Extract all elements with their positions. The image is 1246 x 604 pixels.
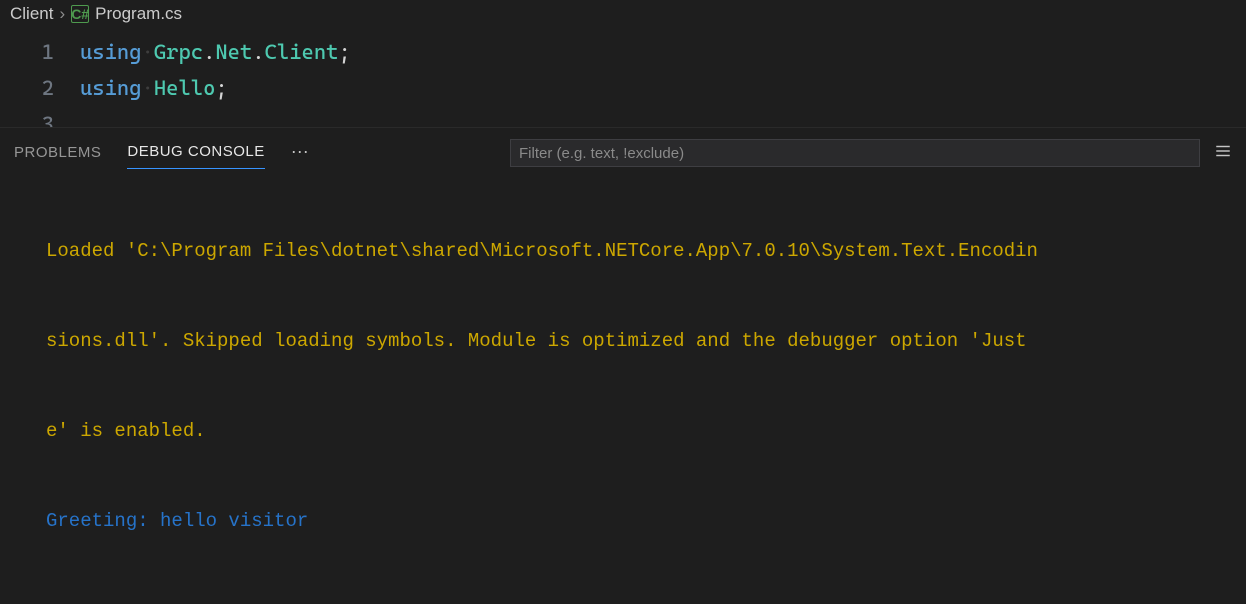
chevron-right-icon: › <box>59 4 65 24</box>
more-tabs-icon[interactable]: ··· <box>291 141 309 166</box>
code-line[interactable] <box>80 106 1246 127</box>
line-number: 2 <box>0 70 80 106</box>
breadcrumb: Client › C# Program.cs <box>0 0 1246 28</box>
breadcrumb-root[interactable]: Client <box>10 4 53 24</box>
panel-tab-bar: PROBLEMS DEBUG CONSOLE ··· <box>0 128 1246 172</box>
csharp-file-icon: C# <box>71 5 89 23</box>
line-number: 3 <box>0 106 80 127</box>
code-line[interactable]: using·Hello; <box>80 70 1246 106</box>
bottom-panel: PROBLEMS DEBUG CONSOLE ··· Loaded 'C:\Pr… <box>0 127 1246 604</box>
console-line: e' is enabled. <box>46 416 1236 446</box>
breadcrumb-file[interactable]: Program.cs <box>95 4 182 24</box>
line-number: 1 <box>0 34 80 70</box>
console-line: sions.dll'. Skipped loading symbols. Mod… <box>46 326 1236 356</box>
code-editor[interactable]: 1 using·Grpc.Net.Client; 2 using·Hello; … <box>0 28 1246 127</box>
console-line: Greeting: hello visitor <box>46 506 1236 536</box>
debug-filter-input[interactable] <box>510 139 1200 167</box>
tab-problems[interactable]: PROBLEMS <box>14 138 101 169</box>
debug-console-output[interactable]: Loaded 'C:\Program Files\dotnet\shared\M… <box>0 172 1246 604</box>
tab-debug-console[interactable]: DEBUG CONSOLE <box>127 137 264 169</box>
code-line[interactable]: using·Grpc.Net.Client; <box>80 34 1246 70</box>
list-filter-icon[interactable] <box>1214 142 1232 165</box>
console-line: Loaded 'C:\Program Files\dotnet\shared\M… <box>46 236 1236 266</box>
